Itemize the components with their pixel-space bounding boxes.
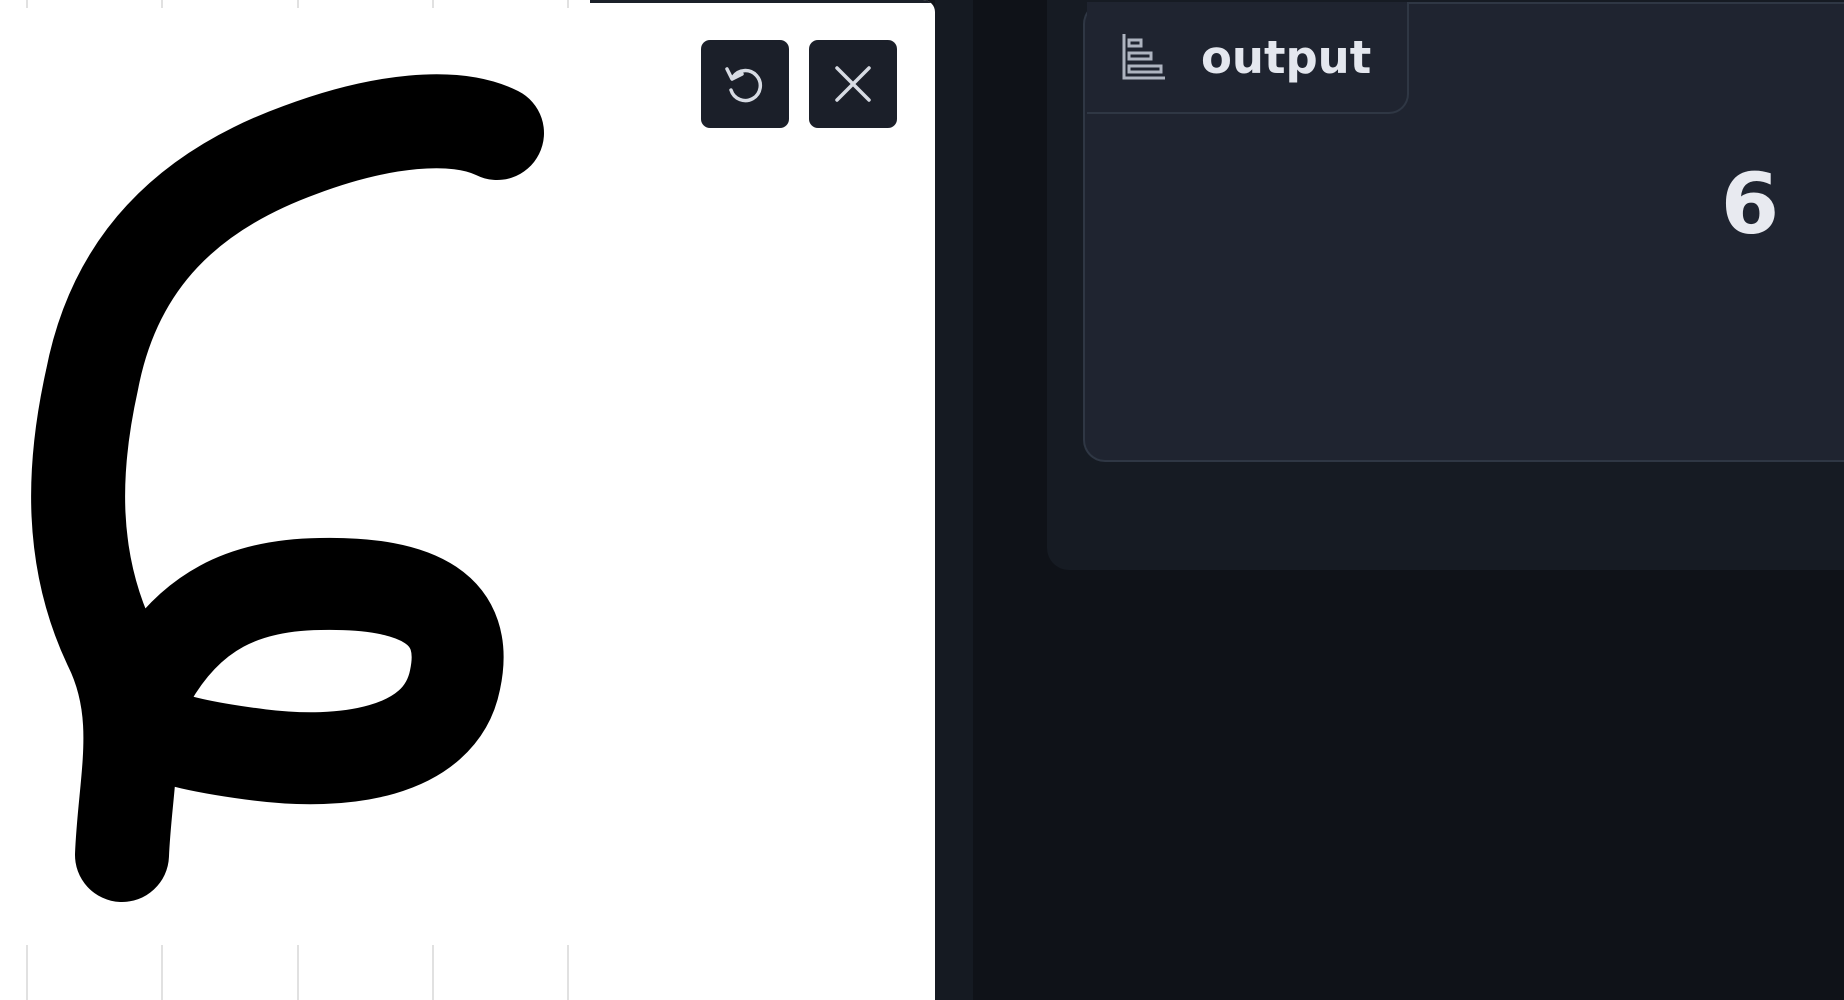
drawn-stroke bbox=[31, 74, 544, 902]
output-label: output bbox=[1201, 30, 1372, 84]
prediction-value: 6 bbox=[1720, 155, 1780, 253]
app-window: output 6 bbox=[0, 0, 1844, 1000]
output-label-tab: output bbox=[1087, 2, 1410, 114]
chart-icon bbox=[1122, 34, 1165, 80]
close-icon bbox=[835, 66, 871, 102]
clear-button[interactable] bbox=[809, 40, 897, 128]
sketchpad-canvas[interactable] bbox=[0, 0, 935, 1000]
undo-button[interactable] bbox=[701, 40, 789, 128]
undo-icon bbox=[725, 67, 763, 103]
column-divider bbox=[935, 0, 973, 1000]
